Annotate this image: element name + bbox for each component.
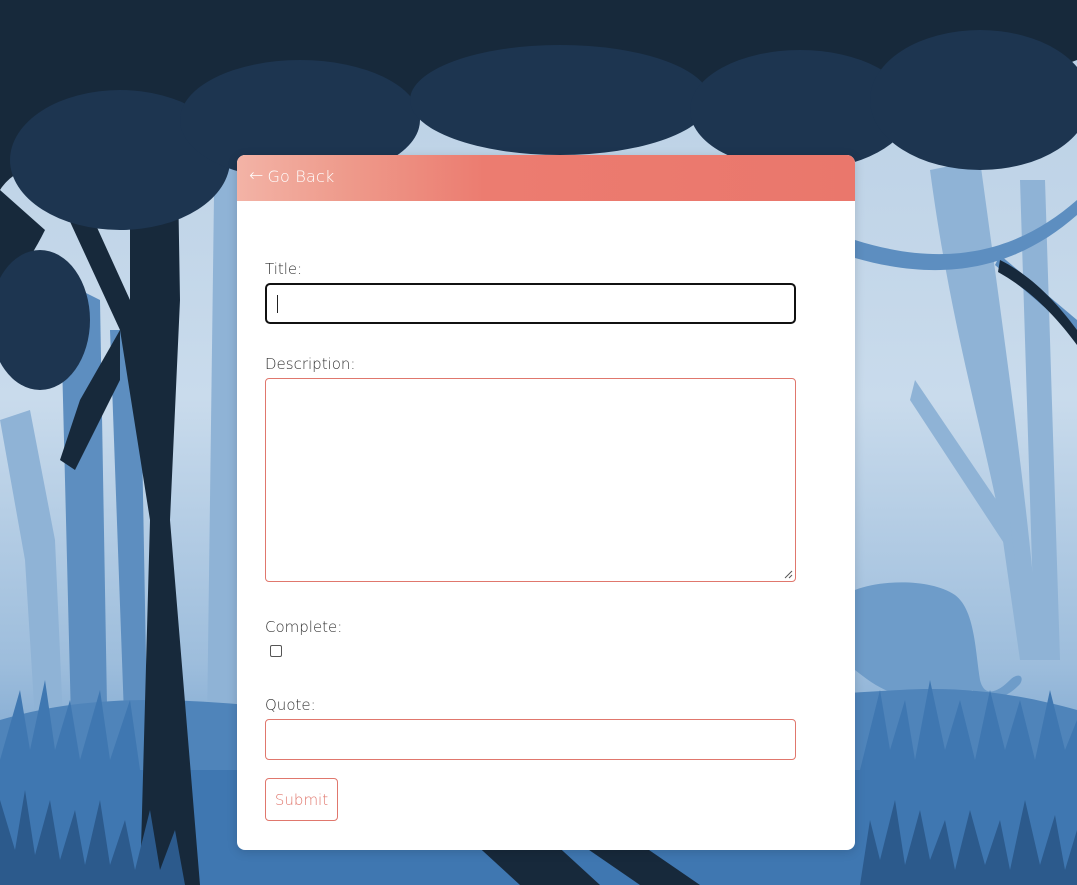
todo-form-card: ← Go Back Title: Description: Complete: … bbox=[237, 155, 855, 850]
quote-label: Quote: bbox=[265, 696, 316, 714]
submit-button[interactable]: Submit bbox=[265, 778, 338, 821]
description-label: Description: bbox=[265, 355, 356, 373]
complete-label: Complete: bbox=[265, 618, 343, 636]
go-back-label: Go Back bbox=[267, 167, 335, 186]
go-back-link[interactable]: ← Go Back bbox=[249, 167, 334, 186]
card-header: ← Go Back bbox=[237, 155, 855, 201]
resize-grip-icon[interactable] bbox=[783, 569, 793, 579]
complete-checkbox[interactable] bbox=[270, 645, 282, 657]
title-label: Title: bbox=[265, 260, 303, 278]
text-caret bbox=[277, 295, 278, 313]
quote-input[interactable] bbox=[265, 719, 796, 760]
title-input[interactable] bbox=[265, 283, 796, 324]
description-textarea[interactable] bbox=[265, 378, 796, 582]
left-arrow-icon: ← bbox=[249, 166, 264, 186]
